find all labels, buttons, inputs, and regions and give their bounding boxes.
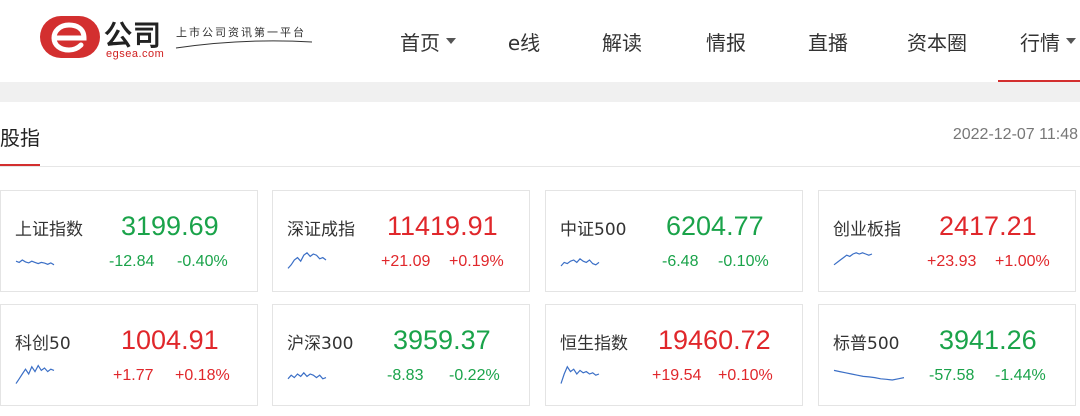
- index-change: -12.84: [109, 253, 155, 270]
- index-change-percent: -0.40%: [177, 253, 228, 270]
- index-card-star50[interactable]: 科创50 1004.91 +1.77 +0.18%: [0, 304, 258, 406]
- logo-e-icon: [40, 16, 100, 58]
- nav-item-intel[interactable]: 情报: [672, 0, 780, 82]
- nav-item-label: 行情: [1020, 30, 1060, 55]
- index-price: 11419.91: [387, 211, 498, 241]
- section-title-underline: [0, 164, 40, 166]
- index-price: 6204.77: [666, 211, 764, 241]
- sparkline-chart: [560, 365, 600, 384]
- sparkline-chart: [15, 364, 55, 384]
- logo-domain: egsea.com: [106, 48, 165, 60]
- sparkline-path: [15, 259, 55, 266]
- sparkline-path: [15, 364, 55, 384]
- site-header: 公司 egsea.com 上市公司资讯第一平台 首页 e线 解读 情报 直播 资…: [0, 0, 1080, 82]
- index-change: +1.77: [113, 367, 154, 384]
- index-card-csi500[interactable]: 中证500 6204.77 -6.48 -0.10%: [545, 190, 803, 292]
- index-name: 上证指数: [15, 220, 83, 240]
- sparkline-chart: [15, 259, 55, 266]
- site-logo[interactable]: 公司 egsea.com 上市公司资讯第一平台: [38, 12, 318, 64]
- nav-item-label: 情报: [706, 30, 746, 55]
- nav-item-analysis[interactable]: 解读: [572, 0, 672, 82]
- sparkline-path: [560, 257, 600, 267]
- sparkline-chart: [833, 369, 905, 381]
- nav-item-market[interactable]: 行情: [998, 0, 1080, 82]
- index-card-sse[interactable]: 上证指数 3199.69 -12.84 -0.40%: [0, 190, 258, 292]
- index-price: 1004.91: [121, 325, 219, 355]
- index-change: -6.48: [662, 253, 699, 270]
- section-title: 股指: [0, 126, 40, 150]
- sparkline-chart: [287, 251, 327, 269]
- index-name: 科创50: [15, 334, 71, 354]
- caret-down-icon: [446, 38, 456, 44]
- index-change-percent: -1.44%: [995, 367, 1046, 384]
- caret-down-icon: [1066, 38, 1076, 44]
- sparkline-path: [833, 252, 873, 266]
- nav-item-label: 解读: [602, 30, 642, 55]
- index-change-percent: -0.10%: [718, 253, 769, 270]
- index-card-csi300[interactable]: 沪深300 3959.37 -8.83 -0.22%: [272, 304, 530, 406]
- index-price: 3959.37: [393, 325, 491, 355]
- index-change-percent: -0.22%: [449, 367, 500, 384]
- index-name: 恒生指数: [560, 334, 628, 354]
- index-name: 深证成指: [287, 220, 355, 240]
- update-timestamp: 2022-12-07 11:48: [952, 126, 1078, 143]
- nav-item-label: 首页: [400, 30, 440, 55]
- index-change: +23.93: [927, 253, 977, 270]
- main-nav: 首页 e线 解读 情报 直播 资本圈 行情: [380, 0, 1080, 82]
- index-price: 2417.21: [939, 211, 1037, 241]
- index-card-hsi[interactable]: 恒生指数 19460.72 +19.54 +0.10%: [545, 304, 803, 406]
- index-card-szse[interactable]: 深证成指 11419.91 +21.09 +0.19%: [272, 190, 530, 292]
- index-change: -8.83: [387, 367, 424, 384]
- nav-item-label: e线: [507, 30, 541, 55]
- sparkline-chart: [833, 252, 873, 266]
- section-divider: [0, 166, 1080, 167]
- nav-item-live[interactable]: 直播: [780, 0, 876, 82]
- index-change: -57.58: [929, 367, 975, 384]
- index-price: 3199.69: [121, 211, 219, 241]
- nav-item-capital[interactable]: 资本圈: [876, 0, 998, 82]
- sparkline-path: [287, 371, 327, 380]
- sparkline-chart: [287, 371, 327, 380]
- index-price: 3941.26: [939, 325, 1037, 355]
- nav-item-home[interactable]: 首页: [380, 0, 476, 82]
- index-change-percent: +0.19%: [449, 253, 504, 270]
- nav-item-eline[interactable]: e线: [476, 0, 572, 82]
- index-name: 沪深300: [287, 334, 354, 354]
- index-change-percent: +1.00%: [995, 253, 1050, 270]
- header-separator-band: [0, 82, 1080, 102]
- index-change-percent: +0.18%: [175, 367, 230, 384]
- sparkline-path: [560, 365, 600, 384]
- sparkline-path: [833, 369, 905, 381]
- sparkline-chart: [560, 257, 600, 267]
- index-change: +21.09: [381, 253, 431, 270]
- index-name: 中证500: [560, 220, 627, 240]
- index-name: 创业板指: [833, 220, 901, 240]
- nav-item-label: 直播: [808, 30, 848, 55]
- index-name: 标普500: [833, 334, 900, 354]
- index-price: 19460.72: [658, 325, 771, 355]
- index-change-percent: +0.10%: [718, 367, 773, 384]
- sparkline-path: [287, 251, 327, 269]
- nav-item-label: 资本圈: [907, 30, 967, 55]
- index-card-sp500[interactable]: 标普500 3941.26 -57.58 -1.44%: [818, 304, 1076, 406]
- index-card-chinext[interactable]: 创业板指 2417.21 +23.93 +1.00%: [818, 190, 1076, 292]
- logo-swoosh-icon: [175, 40, 313, 49]
- index-change: +19.54: [652, 367, 702, 384]
